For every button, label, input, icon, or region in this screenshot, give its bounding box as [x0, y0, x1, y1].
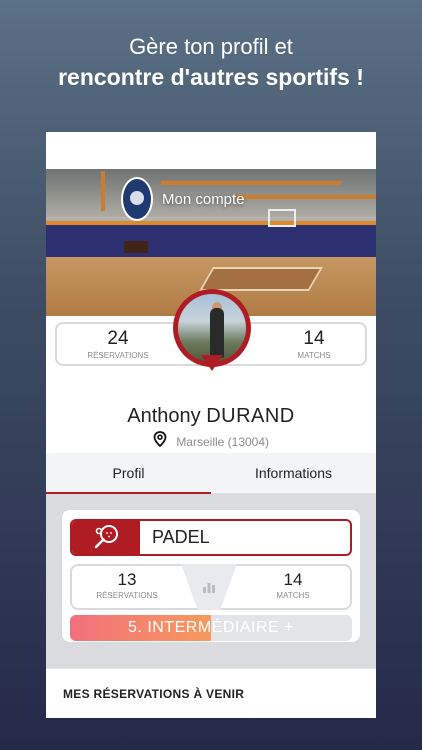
user-name: Anthony DURAND [46, 401, 376, 431]
status-bar [46, 132, 376, 169]
sport-matches-label: MATCHS [276, 591, 310, 600]
sport-reservations-stat[interactable]: 13 RÉSERVATIONS [82, 570, 172, 600]
banner-wall [46, 225, 376, 259]
level-progress-bar: 5. INTERMÉDIAIRE + [70, 615, 352, 641]
profile-stats: 24 RÉSERVATIONS 14 MATCHS [46, 289, 376, 401]
level-label: 5. INTERMÉDIAIRE + [128, 619, 294, 636]
location-pin-icon [153, 431, 167, 454]
reservations-label: RÉSERVATIONS [87, 351, 149, 360]
sport-matches-stat[interactable]: 14 MATCHS [248, 570, 338, 600]
page-title: Mon compte [162, 191, 245, 208]
matches-label: MATCHS [297, 351, 331, 360]
bar-chart-icon[interactable] [203, 580, 215, 598]
basketball-hoop [268, 209, 296, 227]
first-name: Anthony [127, 405, 201, 427]
reservations-stat[interactable]: 24 RÉSERVATIONS [73, 328, 163, 360]
tab-profil[interactable]: Profil [46, 453, 211, 494]
sport-matches-count: 14 [283, 570, 303, 589]
avatar-person [210, 308, 224, 358]
matches-stat[interactable]: 14 MATCHS [269, 328, 359, 360]
banner-beam [161, 181, 341, 185]
banner-court [199, 267, 323, 291]
banner-beam [236, 195, 376, 199]
avatar[interactable] [173, 289, 251, 381]
promo-header: Gère ton profil et rencontre d'autres sp… [0, 32, 422, 92]
user-location: Marseille (13004) [46, 431, 376, 453]
sport-stats: 13 RÉSERVATIONS 14 MATCHS [70, 564, 352, 610]
sport-card[interactable]: PADEL 13 RÉSERVATIONS 14 MATCHS 5. INTER… [62, 510, 360, 642]
club-logo [121, 177, 153, 221]
profile-tabs: Profil Informations [46, 453, 376, 494]
reservations-count: 24 [107, 328, 129, 349]
sport-name: PADEL [152, 527, 210, 547]
matches-count: 14 [303, 328, 325, 349]
sport-reservations-count: 13 [117, 570, 137, 589]
upcoming-reservations-title: MES RÉSERVATIONS À VENIR [63, 687, 245, 701]
avatar-pin-tip [201, 355, 223, 371]
banner-beam [101, 171, 105, 211]
sport-header[interactable]: PADEL [70, 519, 352, 556]
sport-reservations-label: RÉSERVATIONS [96, 591, 158, 600]
promo-line-1: Gère ton profil et [129, 34, 293, 59]
padel-racket-icon [72, 521, 140, 554]
avatar-photo [178, 294, 246, 362]
tab-informations[interactable]: Informations [211, 453, 376, 493]
profile-content: PADEL 13 RÉSERVATIONS 14 MATCHS 5. INTER… [46, 494, 376, 668]
location-text: Marseille (13004) [176, 435, 270, 449]
phone-screen: Mon compte 24 RÉSERVATIONS 14 MATCHS Ant… [46, 132, 376, 718]
promo-line-2: rencontre d'autres sportifs ! [58, 64, 364, 90]
banner-sign [124, 241, 148, 253]
last-name: DURAND [206, 405, 295, 427]
upcoming-reservations: MES RÉSERVATIONS À VENIR [46, 668, 376, 718]
